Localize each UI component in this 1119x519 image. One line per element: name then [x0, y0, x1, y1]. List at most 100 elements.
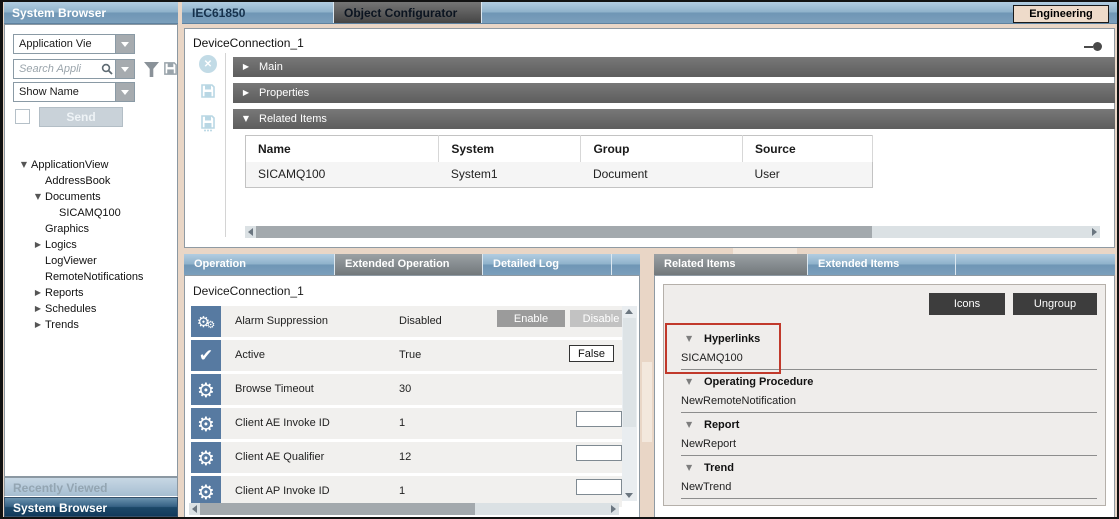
tree-item-applicationview[interactable]: ▼ApplicationView: [7, 157, 175, 173]
system-browser-body: Application Vie Show Name Send ▼Applica: [4, 24, 178, 477]
tab-extended-operation[interactable]: Extended Operation: [335, 254, 483, 275]
tree-item-documents[interactable]: ▼Documents: [7, 189, 175, 205]
scrollbar-thumb[interactable]: [623, 318, 636, 427]
vertical-scrollbar[interactable]: [622, 306, 637, 501]
group-header-report[interactable]: ▼Report: [664, 415, 1105, 435]
table-row[interactable]: SICAMQ100System1DocumentUser: [246, 162, 873, 188]
op-row-client-ae-qualifier: ⚙ Client AE Qualifier 12: [191, 442, 622, 473]
tree-item-logviewer[interactable]: LogViewer: [7, 253, 175, 269]
tree-item-trends[interactable]: ▶Trends: [7, 317, 175, 333]
horizontal-scrollbar[interactable]: [245, 226, 1100, 238]
group-label: Trend: [704, 458, 734, 478]
icons-button[interactable]: Icons: [929, 293, 1005, 315]
tree-item-label: LogViewer: [45, 253, 97, 269]
false-button[interactable]: False: [569, 345, 614, 362]
tab-related-items[interactable]: Related Items: [654, 254, 808, 275]
value-input[interactable]: [576, 445, 622, 461]
property-name: Alarm Suppression: [235, 306, 328, 337]
tab-iec61850[interactable]: IEC61850: [182, 2, 334, 23]
send-checkbox[interactable]: [15, 109, 30, 124]
group-item-newtrend[interactable]: NewTrend: [664, 478, 1105, 496]
tab-operation[interactable]: Operation: [184, 254, 335, 275]
tree-item-label: SICAMQ100: [59, 205, 121, 221]
horizontal-scrollbar[interactable]: [189, 503, 619, 515]
tree-item-label: ApplicationView: [31, 157, 108, 173]
group-header-operating-procedure[interactable]: ▼Operating Procedure: [664, 372, 1105, 392]
tree-item-remotenotifications[interactable]: RemoteNotifications: [7, 269, 175, 285]
filter-icon[interactable]: [144, 62, 159, 77]
search-input[interactable]: [14, 60, 99, 78]
related-groups: ▼HyperlinksSICAMQ100▼Operating Procedure…: [664, 329, 1105, 501]
engineering-button[interactable]: Engineering: [1013, 5, 1109, 23]
expand-icon: ▶: [233, 57, 259, 77]
system-browser-panel: System Browser Application Vie Show Name: [4, 2, 178, 517]
tab-extended-items[interactable]: Extended Items: [808, 254, 956, 275]
group-hyperlinks: ▼HyperlinksSICAMQ100: [664, 329, 1105, 370]
tab-detailed-log[interactable]: Detailed Log: [483, 254, 612, 275]
group-report: ▼ReportNewReport: [664, 415, 1105, 456]
expand-icon[interactable]: ▶: [31, 285, 45, 301]
group-header-trend[interactable]: ▼Trend: [664, 458, 1105, 478]
op-row-client-ae-invoke-id: ⚙Client AE Invoke ID1: [191, 408, 622, 439]
section-header-related-items[interactable]: ▼Related Items: [233, 109, 1115, 129]
recently-viewed-bar[interactable]: Recently Viewed: [4, 477, 178, 497]
tree-item-logics[interactable]: ▶Logics: [7, 237, 175, 253]
operation-tab-bar: OperationExtended OperationDetailed Log: [184, 254, 640, 275]
related-groups-box: IconsUngroup ▼HyperlinksSICAMQ100▼Operat…: [663, 284, 1106, 506]
section-header-properties[interactable]: ▶Properties: [233, 83, 1115, 103]
collapse-icon[interactable]: ▼: [31, 189, 45, 205]
property-value: True: [399, 340, 421, 371]
property-name: Active: [235, 340, 265, 371]
op-row-alarm-suppression: ⚙⚙Alarm SuppressionDisabledEnableDisable: [191, 306, 622, 337]
tree-item-label: Graphics: [45, 221, 89, 237]
tree-item-label: RemoteNotifications: [45, 269, 143, 285]
save-icon[interactable]: [200, 83, 223, 102]
expand-icon[interactable]: ▶: [31, 317, 45, 333]
group-item-newremotenotification[interactable]: NewRemoteNotification: [664, 392, 1105, 410]
scrollbar-thumb[interactable]: [200, 503, 475, 515]
group-header-hyperlinks[interactable]: ▼Hyperlinks: [664, 329, 1105, 349]
chevron-down-icon[interactable]: [115, 83, 134, 101]
tree-item-addressbook[interactable]: AddressBook: [7, 173, 175, 189]
scrollbar-thumb[interactable]: [256, 226, 872, 238]
collapse-icon[interactable]: ▼: [17, 157, 31, 173]
system-browser-bar[interactable]: System Browser: [4, 497, 178, 517]
expand-icon[interactable]: ▶: [31, 301, 45, 317]
group-item-newreport[interactable]: NewReport: [664, 435, 1105, 453]
send-button[interactable]: Send: [39, 107, 123, 127]
tab-object-configurator[interactable]: Object Configurator: [334, 2, 482, 23]
view-select[interactable]: Application Vie: [13, 34, 135, 54]
tree-item-schedules[interactable]: ▶Schedules: [7, 301, 175, 317]
tree-item-sicamq100[interactable]: SICAMQ100: [7, 205, 175, 221]
save-as-icon[interactable]: [200, 114, 223, 135]
property-name: Client AE Qualifier: [235, 442, 324, 473]
group-label: Hyperlinks: [704, 329, 760, 349]
search-box[interactable]: [13, 59, 135, 79]
divider: [225, 53, 226, 237]
tree-item-graphics[interactable]: Graphics: [7, 221, 175, 237]
table-cell: SICAMQ100: [246, 162, 439, 188]
enable-button[interactable]: Enable: [497, 310, 565, 327]
chevron-down-icon[interactable]: [115, 60, 134, 78]
panel-splitter[interactable]: [640, 254, 654, 519]
tree-item-reports[interactable]: ▶Reports: [7, 285, 175, 301]
close-icon[interactable]: ✕: [199, 55, 217, 73]
show-name-select[interactable]: Show Name: [13, 82, 135, 102]
ungroup-button[interactable]: Ungroup: [1013, 293, 1097, 315]
property-value: 12: [399, 442, 411, 473]
pin-icon[interactable]: [1084, 42, 1102, 51]
tree-item-label: Trends: [45, 317, 79, 333]
expand-icon[interactable]: ▶: [31, 237, 45, 253]
application-tree: ▼ApplicationViewAddressBook▼DocumentsSIC…: [7, 157, 175, 474]
value-input[interactable]: [576, 411, 622, 427]
chevron-down-icon[interactable]: [115, 35, 134, 53]
section-header-main[interactable]: ▶Main: [233, 57, 1115, 77]
gear-icon: ⚙: [191, 408, 221, 439]
save-filter-icon[interactable]: [163, 61, 178, 79]
disable-button[interactable]: Disable: [570, 310, 622, 327]
collapse-icon: ▼: [686, 329, 704, 349]
group-item-sicamq100[interactable]: SICAMQ100: [664, 349, 1105, 367]
value-input[interactable]: [576, 479, 622, 495]
tree-item-label: Schedules: [45, 301, 96, 317]
gear-icon: ⚙: [191, 442, 221, 473]
